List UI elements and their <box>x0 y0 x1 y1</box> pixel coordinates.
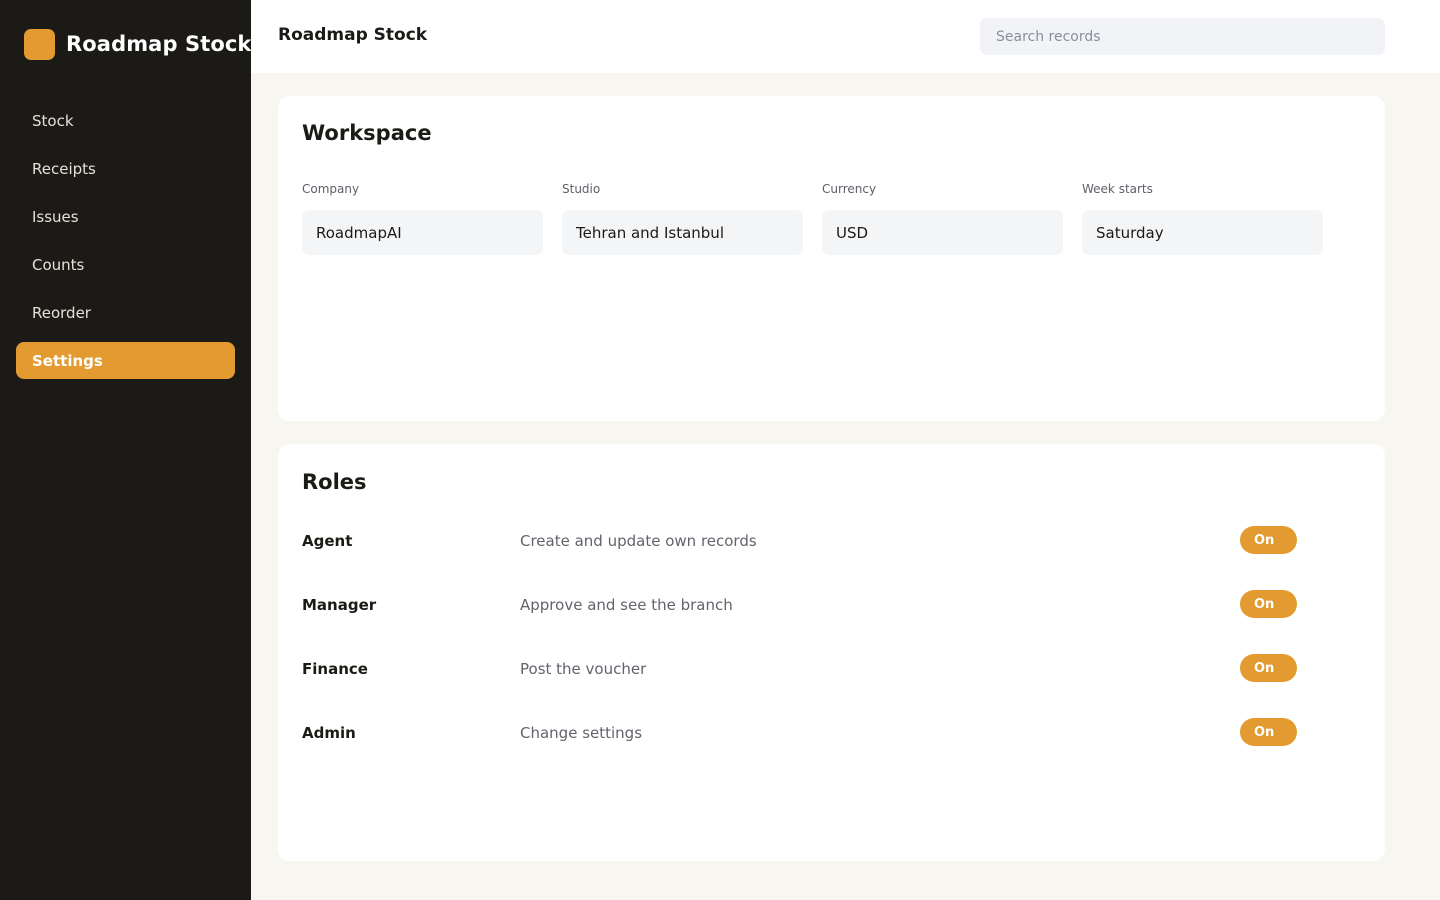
sidebar-item-settings[interactable]: Settings <box>16 342 235 379</box>
brand[interactable]: Roadmap Stock <box>24 28 252 60</box>
role-description: Post the voucher <box>520 660 647 678</box>
sidebar: Roadmap Stock Stock Receipts Issues Coun… <box>0 0 251 900</box>
role-row-agent: Agent Create and update own records On <box>302 526 1302 590</box>
workspace-title: Workspace <box>302 121 432 145</box>
sidebar-item-label: Issues <box>32 207 79 226</box>
sidebar-item-issues[interactable]: Issues <box>16 198 235 235</box>
sidebar-item-label: Settings <box>32 351 103 370</box>
role-name: Admin <box>302 724 356 742</box>
week-starts-field: Week starts Saturday <box>1082 182 1323 255</box>
sidebar-item-receipts[interactable]: Receipts <box>16 150 235 187</box>
company-input[interactable]: RoadmapAI <box>302 210 543 255</box>
agent-toggle[interactable]: On <box>1240 526 1297 554</box>
page-title: Roadmap Stock <box>278 25 428 45</box>
manager-toggle[interactable]: On <box>1240 590 1297 618</box>
currency-input[interactable]: USD <box>822 210 1063 255</box>
company-field: Company RoadmapAI <box>302 182 543 255</box>
studio-field: Studio Tehran and Istanbul <box>562 182 803 255</box>
roles-card: Roles Agent Create and update own record… <box>278 444 1385 861</box>
company-label: Company <box>302 182 360 196</box>
role-description: Change settings <box>520 724 643 742</box>
sidebar-item-label: Receipts <box>32 159 96 178</box>
role-row-admin: Admin Change settings On <box>302 718 1302 782</box>
currency-field: Currency USD <box>822 182 1063 255</box>
top-bar: Roadmap Stock <box>251 0 1440 73</box>
brand-name: Roadmap Stock <box>66 32 252 56</box>
role-name: Manager <box>302 596 377 614</box>
app-window: Roadmap Stock Stock Receipts Issues Coun… <box>0 0 1440 900</box>
workspace-fields: Company RoadmapAI Studio Tehran and Ista… <box>302 182 1342 255</box>
week-starts-label: Week starts <box>1082 182 1153 196</box>
workspace-card: Workspace Company RoadmapAI Studio Tehra… <box>278 96 1385 421</box>
role-name: Agent <box>302 532 353 550</box>
sidebar-item-reorder[interactable]: Reorder <box>16 294 235 331</box>
role-row-manager: Manager Approve and see the branch On <box>302 590 1302 654</box>
studio-label: Studio <box>562 182 601 196</box>
roles-list: Agent Create and update own records On M… <box>302 526 1302 782</box>
search-input[interactable] <box>980 18 1385 55</box>
sidebar-item-label: Stock <box>32 111 74 130</box>
currency-label: Currency <box>822 182 877 196</box>
sidebar-nav: Stock Receipts Issues Counts Reorder Set… <box>16 102 235 390</box>
sidebar-item-label: Counts <box>32 255 85 274</box>
sidebar-item-stock[interactable]: Stock <box>16 102 235 139</box>
role-row-finance: Finance Post the voucher On <box>302 654 1302 718</box>
role-description: Create and update own records <box>520 532 757 550</box>
sidebar-item-counts[interactable]: Counts <box>16 246 235 283</box>
roles-title: Roles <box>302 470 367 494</box>
role-name: Finance <box>302 660 368 678</box>
studio-input[interactable]: Tehran and Istanbul <box>562 210 803 255</box>
finance-toggle[interactable]: On <box>1240 654 1297 682</box>
sidebar-item-label: Reorder <box>32 303 91 322</box>
admin-toggle[interactable]: On <box>1240 718 1297 746</box>
week-starts-input[interactable]: Saturday <box>1082 210 1323 255</box>
role-description: Approve and see the branch <box>520 596 733 614</box>
brand-logo-icon <box>24 28 55 60</box>
